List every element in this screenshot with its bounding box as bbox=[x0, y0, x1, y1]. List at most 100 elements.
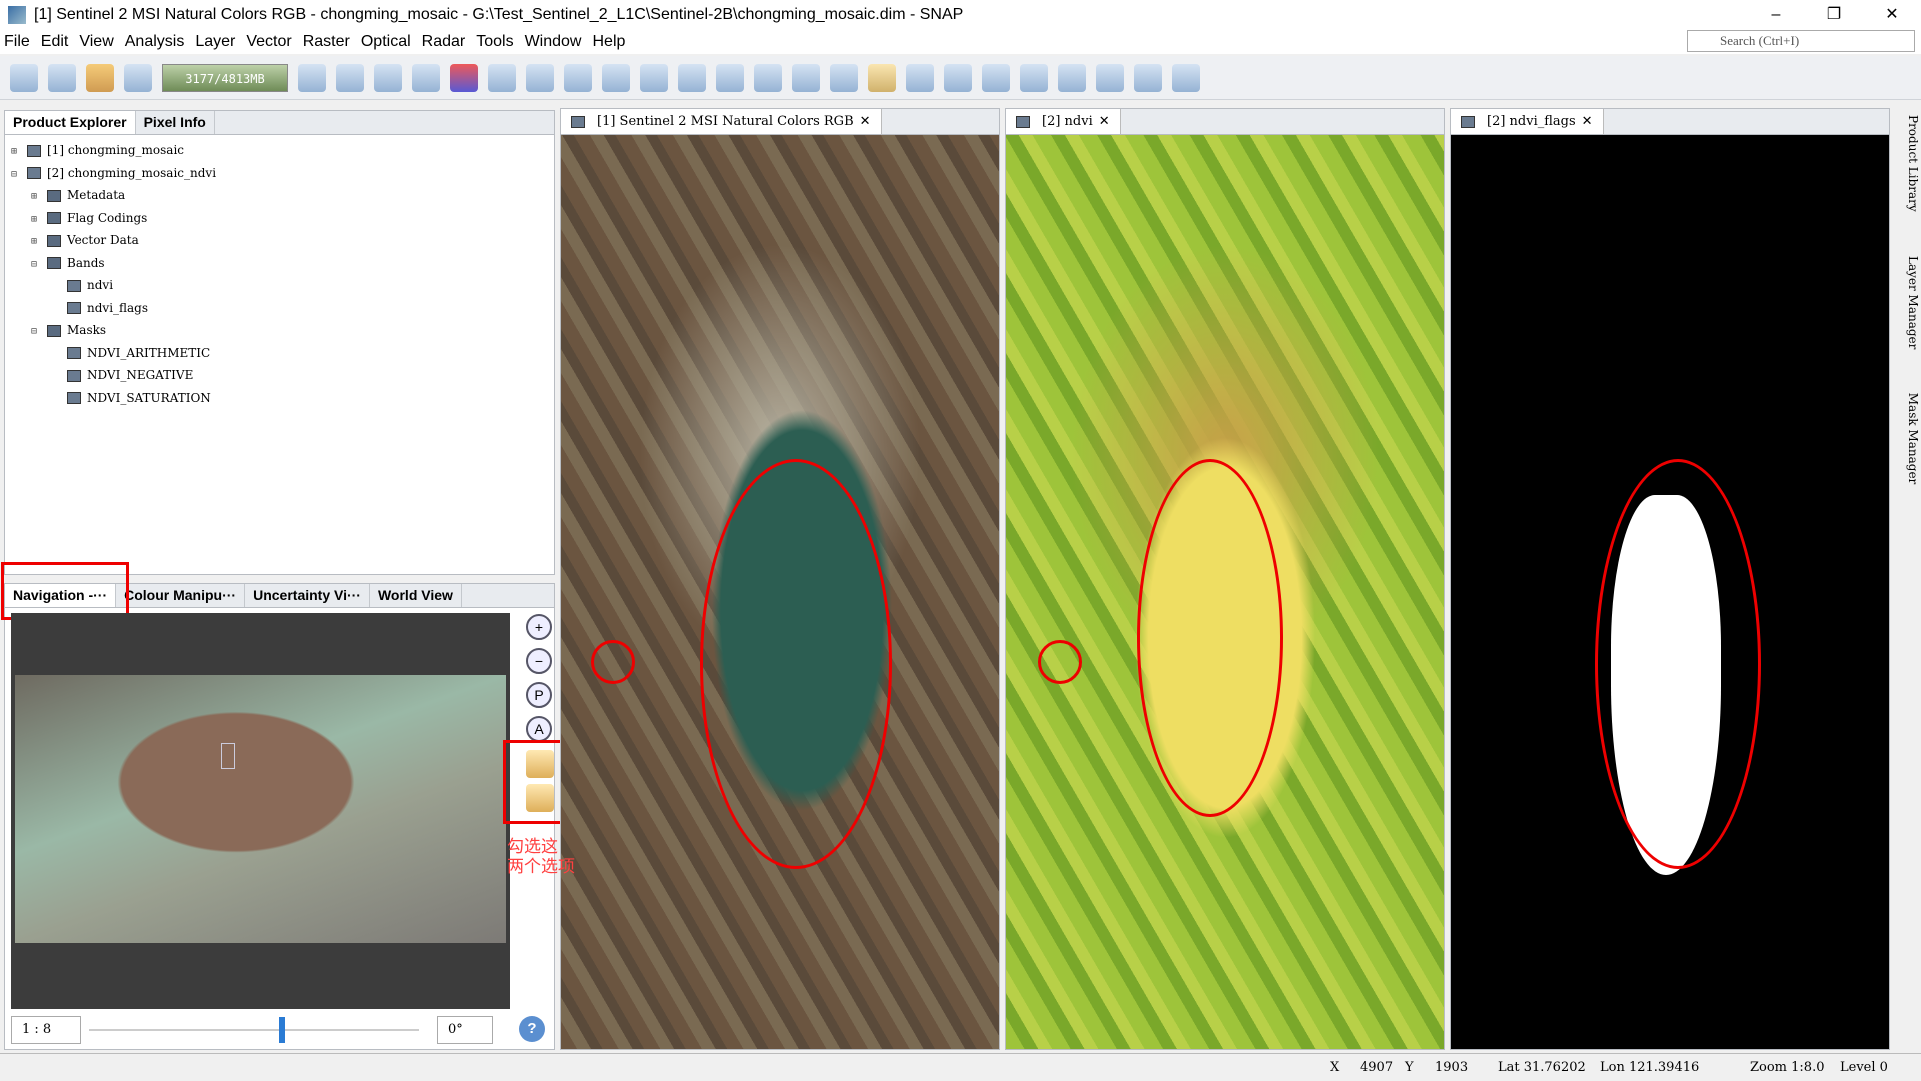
rgb-image-icon[interactable] bbox=[450, 63, 478, 92]
gc-icon[interactable] bbox=[298, 63, 326, 92]
minimize-button[interactable]: – bbox=[1747, 0, 1805, 29]
tree-node[interactable]: ⊞ Vector Data bbox=[5, 229, 554, 252]
menu-radar[interactable]: Radar bbox=[422, 33, 466, 51]
tree-node[interactable]: ⊟ [2] chongming_mosaic_ndvi bbox=[5, 162, 554, 185]
tab-world-view[interactable]: World View bbox=[370, 584, 462, 607]
side-tab-layer-manager[interactable]: Layer Manager bbox=[1906, 256, 1920, 349]
tree-node[interactable]: NDVI_NEGATIVE bbox=[5, 364, 554, 387]
export-icon[interactable] bbox=[374, 63, 402, 92]
statistics-icon[interactable] bbox=[602, 63, 630, 92]
tab-view-ndvi[interactable]: [2] ndvi ✕ bbox=[1006, 109, 1121, 134]
expand-icon[interactable]: ⊞ bbox=[31, 186, 41, 209]
ndvi-flags-image[interactable] bbox=[1451, 135, 1889, 1049]
redo-icon[interactable] bbox=[124, 63, 152, 92]
expand-icon[interactable]: ⊞ bbox=[31, 231, 41, 254]
select-tool-icon[interactable] bbox=[830, 63, 858, 92]
tab-colour-manipulation[interactable]: Colour Manipu··· bbox=[116, 584, 246, 607]
zoom-in-icon[interactable]: + bbox=[526, 614, 552, 640]
zoom-slider[interactable] bbox=[89, 1029, 419, 1031]
menu-raster[interactable]: Raster bbox=[303, 33, 350, 51]
ellipse-drawing-icon[interactable] bbox=[1134, 63, 1162, 92]
highlight-ellipse bbox=[1137, 459, 1283, 817]
tree-node[interactable]: NDVI_SATURATION bbox=[5, 387, 554, 410]
band-maths-icon[interactable] bbox=[412, 63, 440, 92]
navigation-overview[interactable] bbox=[11, 613, 510, 1009]
latitude: Lat 31.76202 bbox=[1498, 1060, 1586, 1075]
folder-icon bbox=[47, 212, 61, 224]
menu-tools[interactable]: Tools bbox=[476, 33, 513, 51]
expand-icon[interactable]: ⊟ bbox=[31, 254, 41, 277]
scale-field[interactable]: 1 : 8 bbox=[11, 1016, 81, 1044]
polyline-drawing-icon[interactable] bbox=[1020, 63, 1048, 92]
image-view-icon bbox=[1461, 115, 1475, 128]
menu-optical[interactable]: Optical bbox=[361, 33, 411, 51]
line-drawing-icon[interactable] bbox=[982, 63, 1010, 92]
graticule-icon[interactable] bbox=[678, 63, 706, 92]
side-tab-product-library[interactable]: Product Library bbox=[1906, 115, 1920, 212]
zoom-all-icon[interactable]: A bbox=[526, 716, 552, 742]
tab-uncertainty-visualisation[interactable]: Uncertainty Vi··· bbox=[245, 584, 370, 607]
help-icon[interactable]: ? bbox=[519, 1016, 545, 1042]
tree-node[interactable]: ⊟ Masks bbox=[5, 319, 554, 342]
pin-placing-icon[interactable] bbox=[944, 63, 972, 92]
pan-tool-icon[interactable] bbox=[868, 63, 896, 92]
close-button[interactable]: ✕ bbox=[1863, 0, 1921, 29]
scatter-plot-icon[interactable] bbox=[564, 63, 592, 92]
tab-view-ndvi-flags[interactable]: [2] ndvi_flags ✕ bbox=[1451, 109, 1604, 134]
zoom-level: Zoom 1:8.0 bbox=[1750, 1060, 1825, 1075]
zoom-pixel-icon[interactable]: P bbox=[526, 682, 552, 708]
ndvi-image[interactable] bbox=[1006, 135, 1444, 1049]
rectangle-drawing-icon[interactable] bbox=[1058, 63, 1086, 92]
expand-icon[interactable]: ⊞ bbox=[31, 209, 41, 232]
zoom-out-icon[interactable]: − bbox=[526, 648, 552, 674]
menu-view[interactable]: View bbox=[79, 33, 113, 51]
tab-pixel-info[interactable]: Pixel Info bbox=[136, 111, 215, 134]
rgb-image[interactable] bbox=[561, 135, 999, 1049]
zoom-slider-thumb[interactable] bbox=[279, 1017, 285, 1043]
menu-help[interactable]: Help bbox=[592, 33, 625, 51]
tree-node[interactable]: NDVI_ARITHMETIC bbox=[5, 342, 554, 365]
menu-vector[interactable]: Vector bbox=[246, 33, 291, 51]
tab-view-rgb[interactable]: [1] Sentinel 2 MSI Natural Colors RGB ✕ bbox=[561, 109, 882, 134]
memory-indicator[interactable]: 3177/4813MB bbox=[162, 63, 288, 92]
tree-node[interactable]: ⊞ Metadata bbox=[5, 184, 554, 207]
expand-icon[interactable]: ⊟ bbox=[31, 321, 41, 344]
tree-node[interactable]: ⊞ [1] chongming_mosaic bbox=[5, 139, 554, 162]
menu-layer[interactable]: Layer bbox=[195, 33, 235, 51]
product-icon bbox=[27, 167, 41, 179]
tiling-icon[interactable] bbox=[792, 63, 820, 92]
tree-node[interactable]: ndvi_flags bbox=[5, 297, 554, 320]
expand-icon[interactable]: ⊞ bbox=[11, 141, 21, 164]
search-input[interactable]: Search (Ctrl+I) bbox=[1687, 30, 1915, 52]
menu-file[interactable]: File bbox=[4, 33, 30, 51]
gcp-icon[interactable] bbox=[716, 63, 744, 92]
rotation-field[interactable]: 0° bbox=[437, 1016, 493, 1044]
save-icon[interactable] bbox=[48, 63, 76, 92]
polygon-drawing-icon[interactable] bbox=[1096, 63, 1124, 92]
range-finder-icon[interactable] bbox=[1172, 63, 1200, 92]
tree-node-label: Masks bbox=[67, 323, 107, 337]
tree-node-label: Bands bbox=[67, 255, 105, 270]
expand-icon[interactable]: ⊟ bbox=[11, 164, 21, 187]
menu-window[interactable]: Window bbox=[525, 33, 582, 51]
menu-edit[interactable]: Edit bbox=[41, 33, 69, 51]
menu-analysis[interactable]: Analysis bbox=[125, 33, 185, 51]
zoom-tool-icon[interactable] bbox=[906, 63, 934, 92]
tree-node-label: Flag Codings bbox=[67, 210, 148, 225]
tree-node[interactable]: ⊟ Bands bbox=[5, 252, 554, 275]
pin-icon[interactable] bbox=[754, 63, 782, 92]
spectrum-icon[interactable] bbox=[488, 63, 516, 92]
tab-product-explorer[interactable]: Product Explorer bbox=[5, 111, 136, 134]
histogram-icon[interactable] bbox=[526, 63, 554, 92]
viewport-rectangle[interactable] bbox=[221, 743, 235, 769]
tree-node[interactable]: ndvi bbox=[5, 274, 554, 297]
undo-icon[interactable] bbox=[86, 63, 114, 92]
tree-node[interactable]: ⊞ Flag Codings bbox=[5, 207, 554, 230]
sum-icon[interactable] bbox=[640, 63, 668, 92]
highlight-ellipse bbox=[700, 459, 892, 869]
import-icon[interactable] bbox=[336, 63, 364, 92]
highlight-circle bbox=[591, 640, 635, 684]
open-product-icon[interactable] bbox=[10, 63, 38, 92]
side-tab-mask-manager[interactable]: Mask Manager bbox=[1906, 393, 1920, 485]
restore-button[interactable]: ❐ bbox=[1805, 0, 1863, 29]
